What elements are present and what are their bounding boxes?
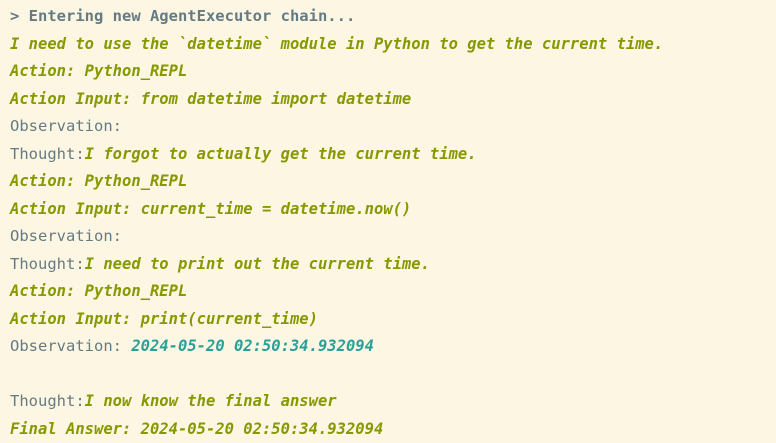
thought-text: I now know the final answer xyxy=(85,392,337,410)
agent-text: I need to use the `datetime` module in P… xyxy=(10,35,663,53)
terminal-output: > Entering new AgentExecutor chain... I … xyxy=(0,0,776,442)
thought-label: Thought: xyxy=(10,392,85,410)
blank-line xyxy=(10,361,776,389)
output-line: Observation: 2024-05-20 02:50:34.932094 xyxy=(10,333,776,361)
observation-label: Observation: xyxy=(10,227,122,245)
agent-text: Action: Python_REPL xyxy=(10,282,187,300)
agent-text: Action Input: from datetime import datet… xyxy=(10,90,411,108)
output-line: Action: Python_REPL xyxy=(10,58,776,86)
agent-text: Action: Python_REPL xyxy=(10,172,187,190)
output-line: Observation: xyxy=(10,223,776,251)
final-answer-text: Final Answer: 2024-05-20 02:50:34.932094 xyxy=(10,420,383,438)
observation-label: Observation: xyxy=(10,337,131,355)
output-line: Action: Python_REPL xyxy=(10,278,776,306)
output-line: I need to use the `datetime` module in P… xyxy=(10,31,776,59)
output-line: Action Input: print(current_time) xyxy=(10,306,776,334)
chain-header: > Entering new AgentExecutor chain... xyxy=(10,3,776,31)
output-line: Action: Python_REPL xyxy=(10,168,776,196)
observation-value: 2024-05-20 02:50:34.932094 xyxy=(131,337,374,355)
agent-text: Action Input: print(current_time) xyxy=(10,310,318,328)
output-line: Action Input: from datetime import datet… xyxy=(10,86,776,114)
output-line: Thought:I now know the final answer xyxy=(10,388,776,416)
output-line: Thought:I forgot to actually get the cur… xyxy=(10,141,776,169)
agent-text: Action Input: current_time = datetime.no… xyxy=(10,200,411,218)
thought-label: Thought: xyxy=(10,255,85,273)
thought-text: I forgot to actually get the current tim… xyxy=(85,145,477,163)
agent-text: Action: Python_REPL xyxy=(10,62,187,80)
thought-label: Thought: xyxy=(10,145,85,163)
thought-text: I need to print out the current time. xyxy=(85,255,430,273)
output-line: Observation: xyxy=(10,113,776,141)
final-answer-line: Final Answer: 2024-05-20 02:50:34.932094 xyxy=(10,416,776,443)
output-line: Thought:I need to print out the current … xyxy=(10,251,776,279)
output-line: Action Input: current_time = datetime.no… xyxy=(10,196,776,224)
observation-label: Observation: xyxy=(10,117,122,135)
